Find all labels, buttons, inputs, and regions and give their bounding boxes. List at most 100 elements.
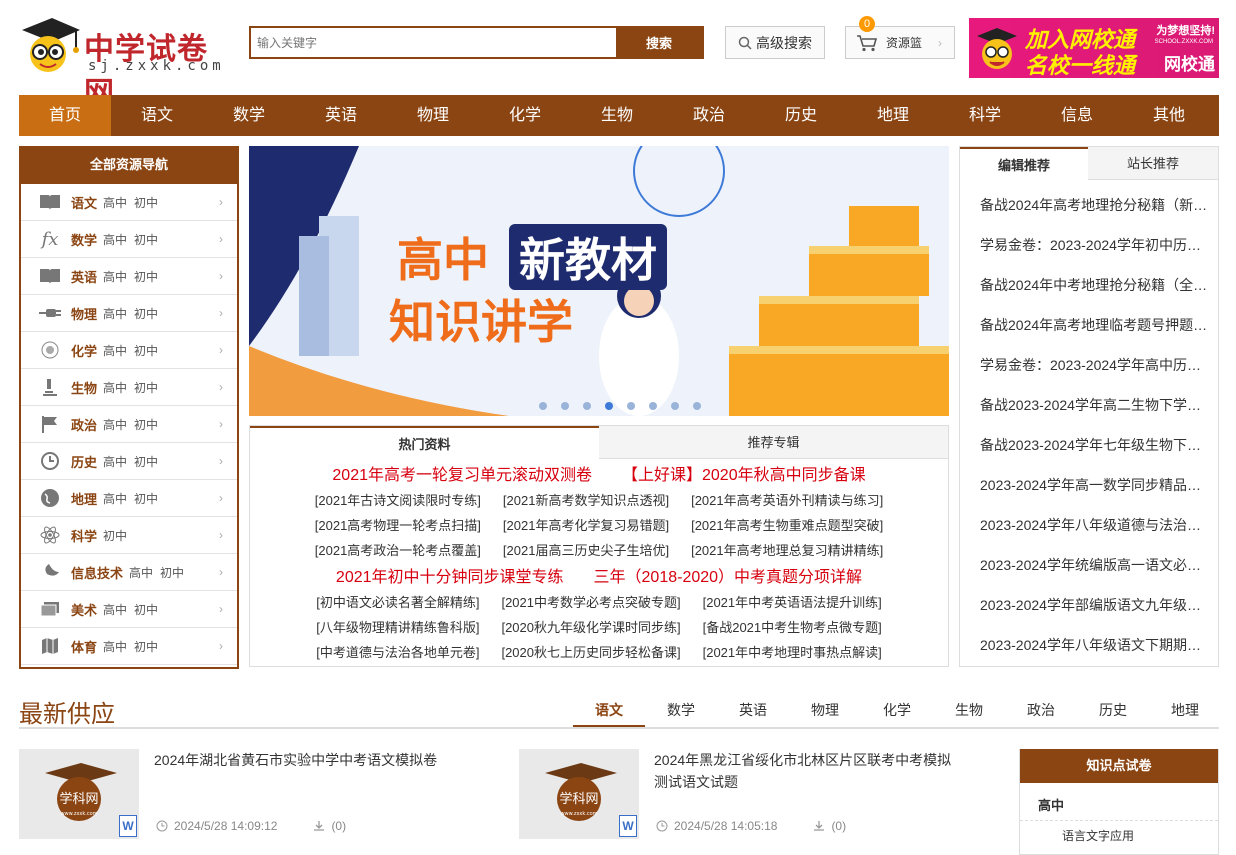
hot-material-link[interactable]: [初中语文必读名著全解精练] bbox=[316, 590, 479, 615]
hot-material-link[interactable]: [2020秋七上历史同步轻松备课] bbox=[501, 640, 680, 665]
sidebar-item[interactable]: 化学 高中 初中 › bbox=[21, 332, 237, 369]
sidebar-subject-link[interactable]: 科学 bbox=[71, 526, 97, 545]
hot-material-link[interactable]: [2021高考政治一轮考点覆盖] bbox=[315, 538, 481, 563]
sidebar-level-link[interactable]: 初中 bbox=[103, 527, 127, 544]
latest-subject-tab[interactable]: 语文 bbox=[573, 698, 645, 728]
recommend-item-link[interactable]: 2023-2024学年高一数学同步精品… bbox=[980, 465, 1206, 505]
sidebar-item[interactable]: 地理 高中 初中 › bbox=[21, 480, 237, 517]
nav-item-english[interactable]: 英语 bbox=[295, 95, 387, 136]
nav-item-physics[interactable]: 物理 bbox=[387, 95, 479, 136]
sidebar-level-link[interactable]: 高中 bbox=[103, 194, 127, 211]
latest-subject-tab[interactable]: 物理 bbox=[789, 698, 861, 728]
document-card[interactable]: 学科网 www.zxxk.com W 2024年湖北省黄石市实验中学中考语文模拟… bbox=[19, 749, 499, 839]
advanced-search-button[interactable]: 高级搜索 bbox=[725, 26, 825, 59]
search-input[interactable] bbox=[251, 28, 616, 57]
hot-material-link[interactable]: [2021年高考地理总复习精讲精练] bbox=[691, 538, 883, 563]
sidebar-level-link[interactable]: 初中 bbox=[134, 342, 158, 359]
sidebar-item[interactable]: 体育 高中 初中 › bbox=[21, 628, 237, 665]
sidebar-subject-link[interactable]: 物理 bbox=[71, 304, 97, 323]
sidebar-subject-link[interactable]: 英语 bbox=[71, 267, 97, 286]
hot-material-link[interactable]: [2021年高考化学复习易错题] bbox=[503, 513, 669, 538]
hot-material-link[interactable]: [2021年中考英语语法提升训练] bbox=[703, 590, 882, 615]
sidebar-subject-link[interactable]: 历史 bbox=[71, 452, 97, 471]
sidebar-level-link[interactable]: 高中 bbox=[103, 638, 127, 655]
document-thumbnail[interactable]: 学科网 www.zxxk.com W bbox=[19, 749, 139, 839]
nav-item-science[interactable]: 科学 bbox=[939, 95, 1031, 136]
sidebar-item[interactable]: 语文 高中 初中 › bbox=[21, 184, 237, 221]
sidebar-level-link[interactable]: 高中 bbox=[103, 601, 127, 618]
sidebar-item[interactable]: 物理 高中 初中 › bbox=[21, 295, 237, 332]
nav-item-geography[interactable]: 地理 bbox=[847, 95, 939, 136]
hot-material-link[interactable]: [2021届高三历史尖子生培优] bbox=[503, 538, 669, 563]
sidebar-item[interactable]: 美术 高中 初中 › bbox=[21, 591, 237, 628]
carousel-dot[interactable] bbox=[671, 402, 679, 410]
sidebar-level-link[interactable]: 高中 bbox=[129, 564, 153, 581]
tab-recommended-albums[interactable]: 推荐专辑 bbox=[599, 426, 948, 459]
sidebar-subject-link[interactable]: 地理 bbox=[71, 489, 97, 508]
sidebar-subject-link[interactable]: 化学 bbox=[71, 341, 97, 360]
sidebar-item[interactable]: 政治 高中 初中 › bbox=[21, 406, 237, 443]
sidebar-subject-link[interactable]: 信息技术 bbox=[71, 563, 123, 582]
carousel-dot-active[interactable] bbox=[605, 402, 613, 410]
sidebar-level-link[interactable]: 初中 bbox=[160, 564, 184, 581]
knowledge-topic-link[interactable]: 语言文字应用 bbox=[1020, 821, 1218, 850]
wangxiaotong-ad-banner[interactable]: 加入网校通 名校一线通 为梦想坚持! SCHOOL.ZXXK.COM 网校通 bbox=[969, 18, 1219, 78]
knowledge-level[interactable]: 高中 bbox=[1020, 783, 1218, 821]
sidebar-level-link[interactable]: 高中 bbox=[103, 268, 127, 285]
recommend-item-link[interactable]: 备战2023-2024学年高二生物下学… bbox=[980, 385, 1206, 425]
nav-item-history[interactable]: 历史 bbox=[755, 95, 847, 136]
sidebar-level-link[interactable]: 初中 bbox=[134, 416, 158, 433]
hero-banner[interactable]: 高中 新教材 知识讲学 bbox=[249, 146, 949, 416]
recommend-item-link[interactable]: 2023-2024学年八年级道德与法治… bbox=[980, 505, 1206, 545]
document-card[interactable]: 学科网 www.zxxk.com W 2024年黑龙江省绥化市北林区片区联考中考… bbox=[519, 749, 999, 839]
site-logo[interactable]: 中学试卷网 sj.zxxk.com bbox=[18, 14, 228, 111]
hot-material-link[interactable]: [2021年古诗文阅读限时专练] bbox=[315, 488, 481, 513]
nav-item-biology[interactable]: 生物 bbox=[571, 95, 663, 136]
search-button[interactable]: 搜索 bbox=[616, 28, 702, 57]
nav-item-home[interactable]: 首页 bbox=[19, 95, 111, 136]
carousel-dot[interactable] bbox=[561, 402, 569, 410]
carousel-dot[interactable] bbox=[693, 402, 701, 410]
sidebar-level-link[interactable]: 初中 bbox=[134, 453, 158, 470]
nav-item-math[interactable]: 数学 bbox=[203, 95, 295, 136]
sidebar-subject-link[interactable]: 政治 bbox=[71, 415, 97, 434]
recommend-item-link[interactable]: 学易金卷：2023-2024学年高中历… bbox=[980, 345, 1206, 385]
hot-material-link[interactable]: [2021中考数学必考点突破专题] bbox=[501, 590, 680, 615]
hot-featured-link[interactable]: 2021年高考一轮复习单元滚动双测卷 bbox=[332, 464, 592, 488]
hot-material-link[interactable]: [2020秋九年级化学课时同步练] bbox=[501, 615, 680, 640]
hot-featured-link[interactable]: 【上好课】2020年秋高中同步备课 bbox=[622, 464, 866, 488]
sidebar-item[interactable]: 科学 初中 › bbox=[21, 517, 237, 554]
nav-item-politics[interactable]: 政治 bbox=[663, 95, 755, 136]
tab-editor-picks[interactable]: 编辑推荐 bbox=[960, 147, 1088, 180]
recommend-item-link[interactable]: 备战2023-2024学年七年级生物下… bbox=[980, 425, 1206, 465]
hot-material-link[interactable]: [2021年中考地理时事热点解读] bbox=[703, 640, 882, 665]
nav-item-other[interactable]: 其他 bbox=[1123, 95, 1215, 136]
sidebar-item[interactable]: 信息技术 高中 初中 › bbox=[21, 554, 237, 591]
sidebar-level-link[interactable]: 高中 bbox=[103, 490, 127, 507]
document-title[interactable]: 2024年黑龙江省绥化市北林区片区联考中考模拟测试语文试题 bbox=[654, 749, 964, 793]
sidebar-level-link[interactable]: 高中 bbox=[103, 453, 127, 470]
hot-material-link[interactable]: [2021高考物理一轮考点扫描] bbox=[315, 513, 481, 538]
recommend-item-link[interactable]: 2023-2024学年八年级语文下期期… bbox=[980, 625, 1206, 665]
hot-featured-link[interactable]: 2021年初中十分钟同步课堂专练 bbox=[336, 566, 564, 590]
sidebar-subject-link[interactable]: 数学 bbox=[71, 230, 97, 249]
recommend-item-link[interactable]: 备战2024年高考地理临考题号押题… bbox=[980, 305, 1206, 345]
recommend-item-link[interactable]: 学易金卷：2023-2024学年初中历… bbox=[980, 225, 1206, 265]
tab-hot-materials[interactable]: 热门资料 bbox=[250, 426, 599, 459]
sidebar-subject-link[interactable]: 生物 bbox=[71, 378, 97, 397]
latest-subject-tab[interactable]: 历史 bbox=[1077, 698, 1149, 728]
sidebar-item[interactable]: 生物 高中 初中 › bbox=[21, 369, 237, 406]
sidebar-item[interactable]: 历史 高中 初中 › bbox=[21, 443, 237, 480]
hot-material-link[interactable]: [备战2021中考生物考点微专题] bbox=[703, 615, 882, 640]
nav-item-chemistry[interactable]: 化学 bbox=[479, 95, 571, 136]
hot-featured-link[interactable]: 三年（2018-2020）中考真题分项详解 bbox=[594, 566, 863, 590]
recommend-item-link[interactable]: 2023-2024学年统编版高一语文必… bbox=[980, 545, 1206, 585]
sidebar-level-link[interactable]: 高中 bbox=[103, 416, 127, 433]
sidebar-level-link[interactable]: 初中 bbox=[134, 268, 158, 285]
carousel-dot[interactable] bbox=[539, 402, 547, 410]
sidebar-subject-link[interactable]: 美术 bbox=[71, 600, 97, 619]
sidebar-level-link[interactable]: 初中 bbox=[134, 231, 158, 248]
latest-subject-tab[interactable]: 数学 bbox=[645, 698, 717, 728]
hot-material-link[interactable]: [2021年高考英语外刊精读与练习] bbox=[691, 488, 883, 513]
sidebar-level-link[interactable]: 高中 bbox=[103, 231, 127, 248]
